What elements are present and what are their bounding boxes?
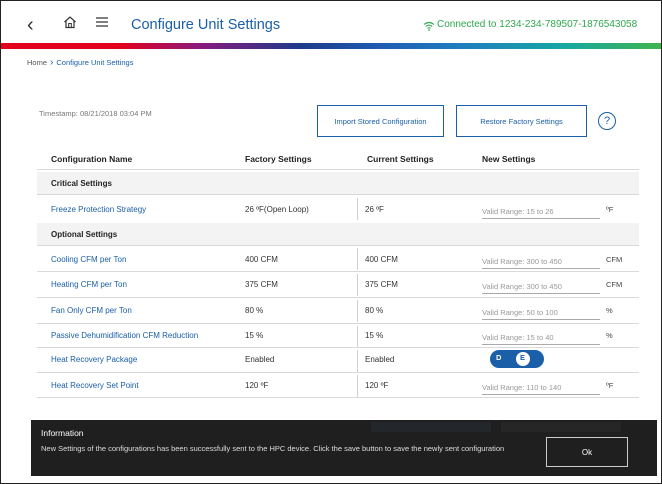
banner-title: Information — [41, 428, 84, 438]
row-factory-value: 375 CFM — [245, 280, 278, 289]
new-setting-input[interactable] — [482, 280, 600, 294]
column-header-current: Current Settings — [367, 154, 434, 164]
column-header-name: Configuration Name — [51, 154, 133, 164]
unit-label: CFM — [606, 255, 623, 264]
row-factory-value: 26 ºF(Open Loop) — [245, 205, 309, 214]
breadcrumb-current: Configure Unit Settings — [56, 58, 134, 67]
unit-label: % — [606, 331, 613, 340]
help-icon[interactable]: ? — [598, 112, 616, 130]
unit-label: ºF — [606, 205, 614, 214]
obscured-button — [501, 422, 621, 432]
unit-label: CFM — [606, 280, 623, 289]
row-name-freeze-protection[interactable]: Freeze Protection Strategy — [51, 205, 146, 214]
back-icon[interactable]: ‹ — [27, 15, 34, 35]
banner-message: New Settings of the configurations has b… — [41, 444, 505, 453]
divider — [37, 194, 639, 195]
divider — [37, 245, 639, 246]
row-current-value: 400 CFM — [365, 255, 398, 264]
column-header-factory: Factory Settings — [245, 154, 312, 164]
information-banner: Information New Settings of the configur… — [31, 420, 657, 476]
row-current-value: Enabled — [365, 355, 395, 364]
app-window: ‹ Configure Unit Settings Connected to 1… — [0, 0, 662, 484]
divider — [37, 372, 639, 373]
unit-label: % — [606, 306, 613, 315]
divider — [37, 323, 639, 324]
new-setting-input[interactable] — [482, 331, 600, 345]
row-current-value: 375 CFM — [365, 280, 398, 289]
breadcrumb-home[interactable]: Home — [27, 58, 47, 67]
divider — [37, 271, 639, 272]
divider — [37, 347, 639, 348]
section-title-optional: Optional Settings — [51, 230, 118, 239]
column-divider — [357, 198, 358, 220]
new-setting-input[interactable] — [482, 381, 600, 395]
breadcrumb: Home › Configure Unit Settings — [27, 57, 133, 68]
divider — [37, 169, 639, 170]
toggle-on-label: E — [520, 353, 526, 362]
column-divider — [357, 326, 358, 348]
row-factory-value: 80 % — [245, 306, 264, 315]
wifi-icon — [423, 18, 435, 36]
new-setting-input[interactable] — [482, 306, 600, 320]
chevron-right-icon: › — [50, 57, 54, 68]
row-name-fan-only-cfm[interactable]: Fan Only CFM per Ton — [51, 306, 132, 315]
row-current-value: 80 % — [365, 306, 384, 315]
row-factory-value: 400 CFM — [245, 255, 278, 264]
new-setting-input[interactable] — [482, 255, 600, 269]
row-name-heat-recovery-set-point[interactable]: Heat Recovery Set Point — [51, 381, 139, 390]
unit-label: ºF — [606, 381, 614, 390]
home-icon[interactable] — [63, 15, 77, 32]
import-stored-configuration-button[interactable]: Import Stored Configuration — [317, 105, 444, 137]
row-current-value: 15 % — [365, 331, 384, 340]
section-header — [37, 172, 639, 194]
row-factory-value: Enabled — [245, 355, 275, 364]
row-current-value: 120 ºF — [365, 381, 389, 390]
row-factory-value: 120 ºF — [245, 381, 269, 390]
page-title: Configure Unit Settings — [131, 17, 281, 33]
row-name-passive-dehumidification[interactable]: Passive Dehumidification CFM Reduction — [51, 331, 198, 340]
toggle-off-label: D — [496, 353, 502, 362]
restore-factory-settings-button[interactable]: Restore Factory Settings — [456, 105, 587, 137]
column-divider — [357, 274, 358, 296]
column-divider — [357, 350, 358, 372]
divider — [37, 297, 639, 298]
timestamp: Timestamp: 08/21/2018 03:04 PM — [39, 109, 152, 118]
enable-disable-toggle[interactable]: D E — [490, 350, 544, 368]
column-header-new: New Settings — [482, 154, 536, 164]
divider — [37, 397, 639, 398]
row-name-heat-recovery-package[interactable]: Heat Recovery Package — [51, 355, 137, 364]
obscured-save-button — [371, 422, 491, 432]
row-current-value: 26 ºF — [365, 205, 384, 214]
ok-button[interactable]: Ok — [546, 437, 628, 467]
section-title-critical: Critical Settings — [51, 179, 112, 188]
row-name-cooling-cfm[interactable]: Cooling CFM per Ton — [51, 255, 126, 264]
top-header: ‹ Configure Unit Settings Connected to 1… — [1, 1, 661, 49]
connection-status: Connected to 1234-234-789507-1876543058 — [437, 19, 638, 30]
new-setting-input[interactable] — [482, 205, 600, 219]
row-name-heating-cfm[interactable]: Heating CFM per Ton — [51, 280, 127, 289]
column-divider — [357, 248, 358, 270]
menu-icon[interactable] — [95, 13, 109, 31]
column-divider — [357, 300, 358, 322]
section-header — [37, 223, 639, 245]
row-factory-value: 15 % — [245, 331, 264, 340]
column-divider — [357, 375, 358, 397]
